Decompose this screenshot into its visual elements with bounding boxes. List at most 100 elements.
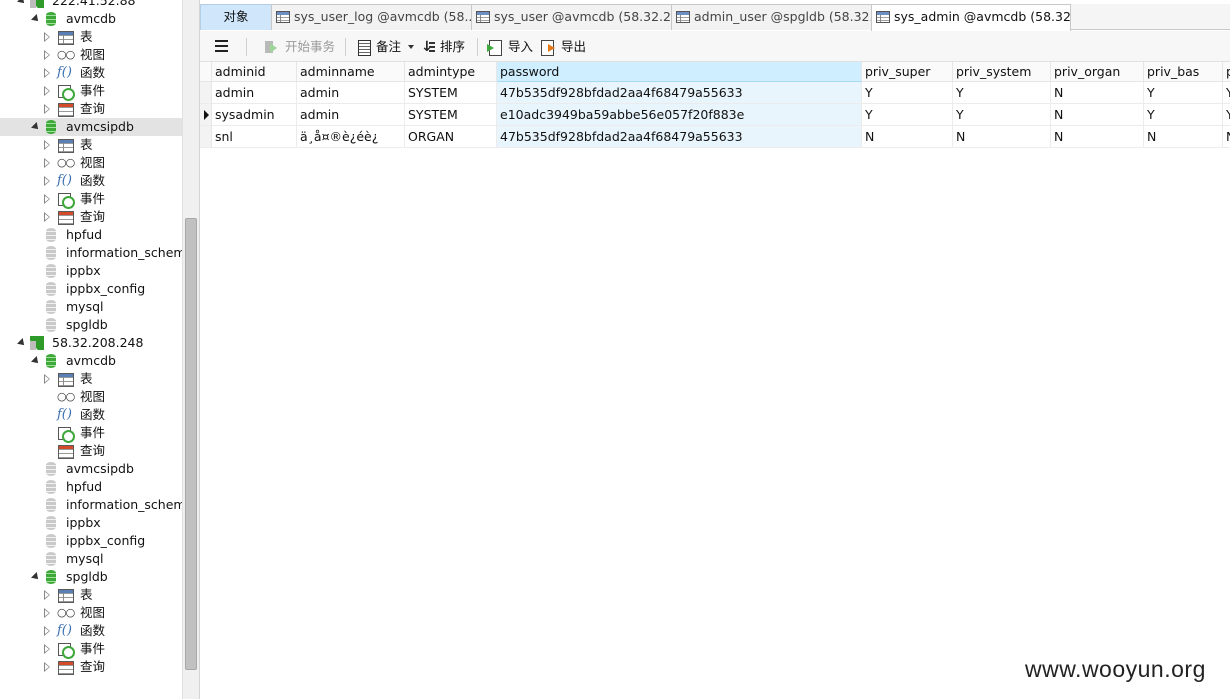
tree-item[interactable]: ○○ 视图 xyxy=(0,388,182,406)
row-gutter[interactable] xyxy=(200,82,212,104)
tree-item[interactable]: avmcsipdb xyxy=(0,118,182,136)
expand-arrow-icon[interactable] xyxy=(44,158,51,168)
tree-item[interactable]: f() 函数 xyxy=(0,172,182,190)
tree-item[interactable]: ippbx xyxy=(0,262,182,280)
tree-scrollbar[interactable] xyxy=(182,0,199,699)
table-cell[interactable]: Y xyxy=(862,82,953,104)
expand-arrow-icon[interactable] xyxy=(44,212,51,222)
table-cell[interactable]: Y xyxy=(862,104,953,126)
table-cell[interactable]: N xyxy=(1144,126,1223,148)
collapse-arrow-icon[interactable] xyxy=(31,356,41,366)
sort-button[interactable]: 排序 xyxy=(421,37,465,57)
table-cell[interactable]: snl xyxy=(212,126,297,148)
table-cell[interactable]: Y xyxy=(953,104,1051,126)
tree-item[interactable]: 事件 xyxy=(0,640,182,659)
expand-arrow-icon[interactable] xyxy=(44,68,51,78)
tab-table[interactable]: sys_user_log @avmcdb (58.... xyxy=(271,4,472,30)
collapse-arrow-icon[interactable] xyxy=(31,14,41,24)
export-button[interactable]: 导出 xyxy=(541,37,586,57)
grid-corner[interactable] xyxy=(200,62,212,82)
expand-arrow-icon[interactable] xyxy=(44,644,51,654)
tree-item[interactable]: 表 xyxy=(0,136,182,154)
table-cell[interactable]: sysadmin xyxy=(212,104,297,126)
column-header[interactable]: adminname xyxy=(297,62,405,82)
table-cell[interactable]: SYSTEM xyxy=(405,104,497,126)
tree-item[interactable]: 查询 xyxy=(0,658,182,676)
collapse-arrow-icon[interactable] xyxy=(17,338,27,348)
tree-item[interactable]: information_schema xyxy=(0,496,193,514)
table-cell[interactable]: N xyxy=(953,126,1051,148)
tree-item[interactable]: hpfud xyxy=(0,478,182,496)
tree-item[interactable]: avmcsipdb xyxy=(0,460,182,478)
tree-item[interactable]: avmcdb xyxy=(0,352,182,370)
expand-arrow-icon[interactable] xyxy=(44,32,51,42)
tree-item[interactable]: avmcdb xyxy=(0,10,182,28)
table-cell[interactable]: N xyxy=(1051,126,1144,148)
collapse-arrow-icon[interactable] xyxy=(31,122,41,132)
table-cell[interactable]: Y xyxy=(953,82,1051,104)
tree-item[interactable]: mysql xyxy=(0,550,182,568)
expand-arrow-icon[interactable] xyxy=(44,662,51,672)
row-gutter[interactable] xyxy=(200,126,212,148)
tree-item[interactable]: 事件 xyxy=(0,424,182,443)
tree-item[interactable]: spgldb xyxy=(0,316,182,334)
tree-item[interactable]: spgldb xyxy=(0,568,182,586)
table-cell[interactable]: Y xyxy=(1144,82,1223,104)
hamburger-icon[interactable] xyxy=(215,40,228,52)
expand-arrow-icon[interactable] xyxy=(44,194,51,204)
tree-item[interactable]: 查询 xyxy=(0,100,182,118)
import-button[interactable]: 导入 xyxy=(487,37,533,57)
tree-item[interactable]: mysql xyxy=(0,298,182,316)
column-header[interactable]: priv_bas xyxy=(1144,62,1223,82)
tree-item[interactable]: ○○ 视图 xyxy=(0,154,182,172)
tree-item[interactable]: information_schema xyxy=(0,244,193,262)
tree-item[interactable]: f() 函数 xyxy=(0,622,182,640)
expand-arrow-icon[interactable] xyxy=(44,374,51,384)
table-cell[interactable]: Y xyxy=(1144,104,1223,126)
tree-item[interactable]: 查询 xyxy=(0,442,182,460)
table-cell[interactable]: admin xyxy=(297,104,405,126)
table-cell[interactable]: N xyxy=(862,126,953,148)
table-cell[interactable]: ORGAN xyxy=(405,126,497,148)
table-cell[interactable]: 47b535df928bfdad2aa4f68479a55633 xyxy=(497,82,862,104)
expand-arrow-icon[interactable] xyxy=(44,86,51,96)
tree-item[interactable]: 58.32.208.248 xyxy=(0,334,182,352)
expand-arrow-icon[interactable] xyxy=(44,176,51,186)
table-cell[interactable]: 47b535df928bfdad2aa4f68479a55633 xyxy=(497,126,862,148)
tab-objects[interactable]: 对象 xyxy=(200,4,272,30)
tree-item[interactable]: ippbx_config xyxy=(0,532,182,550)
table-cell[interactable]: SYSTEM xyxy=(405,82,497,104)
column-header[interactable]: password xyxy=(497,62,862,82)
expand-arrow-icon[interactable] xyxy=(44,626,51,636)
memo-button[interactable]: 备注 xyxy=(357,37,401,57)
tab-table[interactable]: sys_user @avmcdb (58.32.2... xyxy=(471,4,672,30)
tree-item[interactable]: 表 xyxy=(0,28,182,46)
memo-dropdown-icon[interactable] xyxy=(408,45,414,49)
tree-item[interactable]: f() 函数 xyxy=(0,64,182,82)
tab-table[interactable]: admin_user @spgldb (58.32... xyxy=(671,4,872,30)
table-cell[interactable]: N xyxy=(1051,104,1144,126)
table-cell[interactable]: admin xyxy=(297,82,405,104)
table-cell[interactable]: Y xyxy=(1223,82,1230,104)
tree-item[interactable]: 222.41.52.88 xyxy=(0,0,182,10)
begin-transaction-button[interactable]: 开始事务 xyxy=(264,37,335,57)
table-cell[interactable]: admin xyxy=(212,82,297,104)
tree-item[interactable]: 表 xyxy=(0,586,182,604)
collapse-arrow-icon[interactable] xyxy=(31,572,41,582)
tree-item[interactable]: ippbx_config xyxy=(0,280,182,298)
column-header[interactable]: p xyxy=(1223,62,1230,82)
tab-table[interactable]: sys_admin @avmcdb (58.32.... xyxy=(871,4,1071,31)
expand-arrow-icon[interactable] xyxy=(44,140,51,150)
table-cell[interactable]: N xyxy=(1051,82,1144,104)
expand-arrow-icon[interactable] xyxy=(44,50,51,60)
collapse-arrow-icon[interactable] xyxy=(17,0,27,6)
table-cell[interactable]: Y xyxy=(1223,104,1230,126)
tree-item[interactable]: ippbx xyxy=(0,514,182,532)
table-cell[interactable]: e10adc3949ba59abbe56e057f20f883e xyxy=(497,104,862,126)
tree-item[interactable]: 表 xyxy=(0,370,182,388)
expand-arrow-icon[interactable] xyxy=(44,608,51,618)
table-cell[interactable]: N xyxy=(1223,126,1230,148)
table-cell[interactable]: ä¸­å¤®è¿éè¿ xyxy=(297,126,405,148)
tree-item[interactable]: 事件 xyxy=(0,190,182,209)
current-row-indicator-icon[interactable] xyxy=(200,104,212,126)
